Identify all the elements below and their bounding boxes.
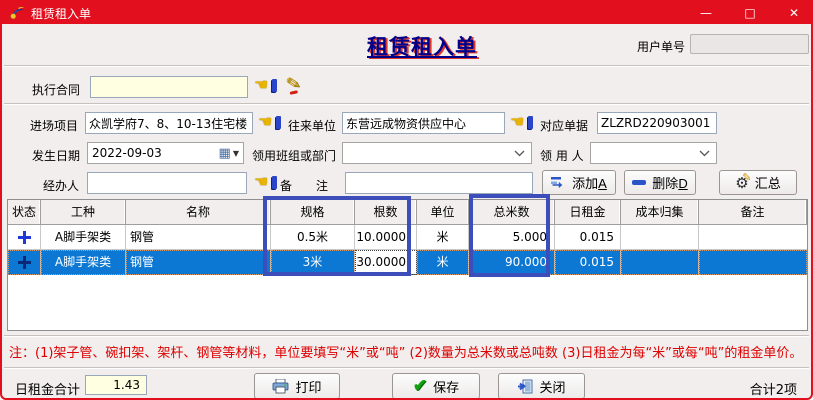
doc-no-label: 对应单据: [540, 117, 588, 134]
date-value: 2022-09-03: [88, 146, 219, 160]
note-text: 注：(1)架子管、碗扣架、架杆、钢管等材料，单位要填写“米”或“吨” (2)数量…: [9, 342, 809, 361]
cell-total-meters[interactable]: 90.000: [469, 250, 555, 275]
date-dropdown-icon[interactable]: ▼: [233, 149, 239, 158]
cell-remark[interactable]: [699, 250, 807, 275]
app-window: 租赁租入单 — □ ✕ 租赁租入单 用户单号 执行合同 ☚ ✎ 进场项目 ☚ 往…: [0, 0, 813, 400]
exit-door-icon: [517, 379, 533, 394]
col-header-unit[interactable]: 单位: [417, 200, 469, 225]
project-label: 进场项目: [30, 117, 78, 134]
date-label: 发生日期: [32, 147, 80, 164]
save-button[interactable]: ✔ 保存: [392, 373, 480, 399]
team-combobox[interactable]: [342, 142, 532, 164]
print-button[interactable]: 打印: [254, 373, 340, 399]
handler-label: 经办人: [43, 177, 79, 194]
user-no-label: 用户单号: [637, 38, 685, 55]
recipient-label: 领 用 人: [540, 147, 584, 164]
minimize-button[interactable]: —: [695, 6, 717, 20]
recipient-combobox[interactable]: [590, 142, 717, 164]
project-lookup-icon[interactable]: ☚: [258, 114, 282, 132]
total-items-text: 合计2项: [750, 379, 797, 398]
add-row-icon: [551, 176, 566, 189]
contract-label: 执行合同: [32, 81, 80, 98]
cell-daily-rent[interactable]: 0.015: [555, 250, 621, 275]
check-icon: ✔: [413, 376, 427, 396]
cell-worktype[interactable]: A脚手架类: [41, 225, 126, 250]
maximize-button[interactable]: □: [739, 6, 761, 20]
items-table[interactable]: 状态 工种 名称 规格 根数 单位 总米数 日租金 成本归集 备注 A脚手架类 …: [7, 199, 808, 331]
chevron-down-icon: [514, 150, 525, 157]
row-status-cell[interactable]: [8, 250, 41, 275]
user-no-field[interactable]: [690, 34, 809, 54]
app-logo-icon: [9, 5, 25, 21]
cell-unit[interactable]: 米: [417, 250, 469, 275]
cell-cost-group[interactable]: [621, 225, 699, 250]
divider: [4, 335, 809, 337]
page-title: 租赁租入单: [302, 31, 542, 61]
col-header-worktype[interactable]: 工种: [41, 200, 126, 225]
col-header-daily-rent[interactable]: 日租金: [555, 200, 621, 225]
cell-remark[interactable]: [699, 225, 807, 250]
cell-cost-group[interactable]: [621, 250, 699, 275]
chevron-down-icon: [699, 150, 710, 157]
minus-icon: [632, 180, 646, 185]
divider: [4, 103, 809, 105]
plus-icon: [18, 256, 31, 269]
cell-worktype[interactable]: A脚手架类: [41, 250, 126, 275]
cell-count[interactable]: 10.0000: [355, 225, 417, 250]
col-header-spec[interactable]: 规格: [271, 200, 355, 225]
col-header-count[interactable]: 根数: [355, 200, 417, 225]
table-row-selected[interactable]: A脚手架类 钢管 3米 30.0000 米 90.000 0.015: [8, 250, 807, 275]
table-row[interactable]: A脚手架类 钢管 0.5米 10.0000 米 5.000 0.015: [8, 225, 807, 250]
printer-icon: [272, 379, 289, 394]
contract-lookup-icon[interactable]: ☚: [254, 77, 278, 95]
cell-count-editing[interactable]: 30.0000: [355, 250, 417, 275]
cell-name[interactable]: 钢管: [126, 250, 271, 275]
title-bar: 租赁租入单 — □ ✕: [2, 2, 811, 24]
edit-pencil-icon[interactable]: ✎: [284, 73, 302, 96]
divider: [4, 367, 809, 369]
close-button[interactable]: 关闭: [498, 373, 585, 399]
add-row-button[interactable]: 添加A: [542, 170, 616, 195]
col-header-remark[interactable]: 备注: [699, 200, 807, 225]
daily-rent-total-field: [85, 375, 147, 395]
col-header-status[interactable]: 状态: [8, 200, 41, 225]
cell-unit[interactable]: 米: [417, 225, 469, 250]
col-header-cost-group[interactable]: 成本归集: [621, 200, 699, 225]
handler-input[interactable]: [87, 172, 247, 194]
delete-row-button[interactable]: 删除D: [624, 170, 696, 195]
project-input[interactable]: [85, 112, 253, 134]
date-picker[interactable]: 2022-09-03 ▦ ▼: [87, 142, 244, 164]
col-header-name[interactable]: 名称: [126, 200, 271, 225]
summary-button[interactable]: ⚙✎ 汇总: [719, 170, 797, 195]
close-window-button[interactable]: ✕: [783, 6, 805, 20]
gear-pencil-icon: ⚙✎: [735, 174, 748, 192]
table-header-row: 状态 工种 名称 规格 根数 单位 总米数 日租金 成本归集 备注: [8, 200, 807, 225]
vendor-lookup-icon[interactable]: ☚: [510, 114, 534, 132]
doc-no-input[interactable]: [597, 112, 717, 134]
cell-spec[interactable]: 3米: [271, 250, 355, 275]
vendor-label: 往来单位: [288, 117, 336, 134]
remark-label: 备 注: [280, 177, 328, 194]
contract-input[interactable]: [90, 76, 248, 98]
vendor-input[interactable]: [342, 112, 505, 134]
divider: [4, 65, 809, 67]
daily-rent-total-label: 日租金合计: [15, 379, 80, 398]
cell-spec[interactable]: 0.5米: [271, 225, 355, 250]
cell-daily-rent[interactable]: 0.015: [555, 225, 621, 250]
plus-icon: [18, 231, 31, 244]
window-title: 租赁租入单: [31, 5, 91, 22]
calendar-icon[interactable]: ▦: [219, 146, 231, 161]
team-label: 领用班组或部门: [252, 147, 336, 164]
cell-total-meters[interactable]: 5.000: [469, 225, 555, 250]
col-header-total-meters[interactable]: 总米数: [469, 200, 555, 225]
row-status-cell[interactable]: [8, 225, 41, 250]
remark-input[interactable]: [345, 172, 533, 194]
handler-lookup-icon[interactable]: ☚: [254, 174, 278, 192]
cell-name[interactable]: 钢管: [126, 225, 271, 250]
